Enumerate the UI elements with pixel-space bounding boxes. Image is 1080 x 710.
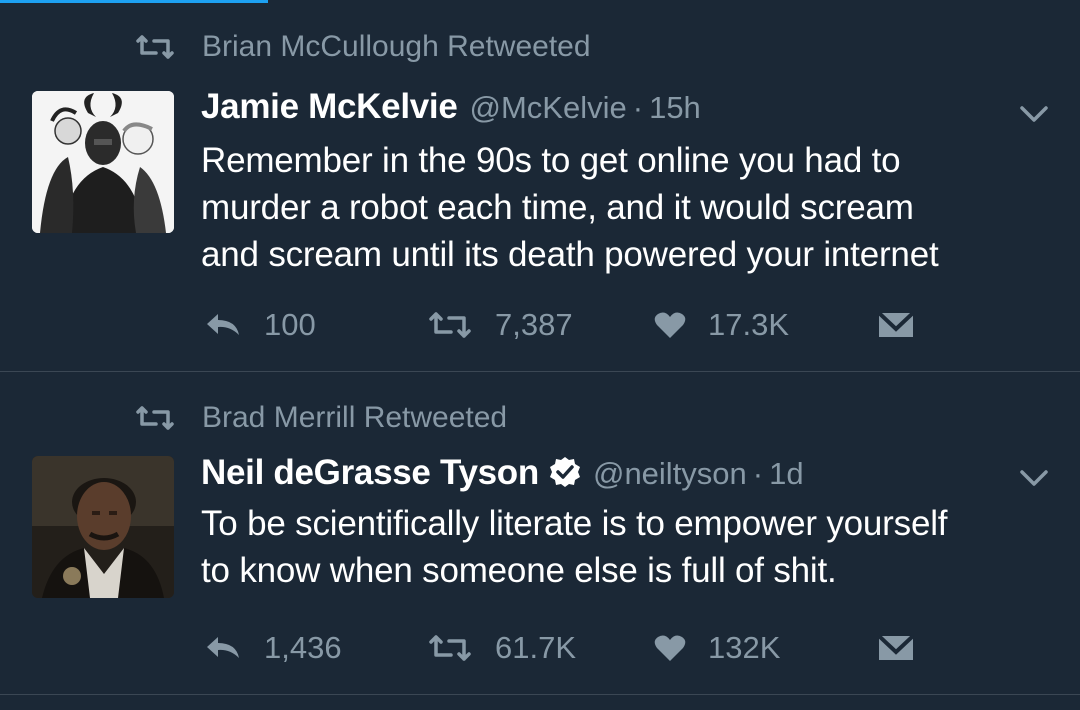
envelope-icon bbox=[878, 634, 914, 660]
like-button[interactable]: 17.3K bbox=[654, 305, 789, 345]
retweeted-by-label: Brad Merrill Retweeted bbox=[202, 401, 508, 434]
timestamp[interactable]: 1d bbox=[769, 456, 803, 492]
retweet-icon bbox=[136, 406, 174, 430]
direct-message-button[interactable] bbox=[878, 305, 936, 345]
reply-count: 100 bbox=[264, 307, 316, 342]
separator-dot: · bbox=[752, 456, 764, 491]
verified-badge-icon bbox=[549, 457, 580, 487]
tweet-header: Jamie McKelvie @McKelvie · 15h bbox=[201, 87, 701, 127]
reply-button[interactable]: 1,436 bbox=[204, 628, 342, 668]
retweet-context[interactable]: Brian McCullough Retweeted bbox=[134, 27, 591, 67]
retweeted-by-label: Brian McCullough Retweeted bbox=[202, 30, 591, 63]
retweet-count: 61.7K bbox=[495, 630, 577, 665]
retweet-context[interactable]: Brad Merrill Retweeted bbox=[134, 398, 507, 438]
retweet-icon bbox=[136, 35, 174, 59]
like-button[interactable]: 132K bbox=[654, 628, 780, 668]
reply-button[interactable]: 100 bbox=[204, 305, 316, 345]
tweet-actions: 1,436 61.7K 132K bbox=[201, 628, 961, 668]
avatar[interactable] bbox=[32, 456, 174, 598]
heart-icon bbox=[654, 312, 686, 338]
tweet-actions: 100 7,387 17.3K bbox=[201, 305, 961, 345]
tweet[interactable]: Brad Merrill Retweeted Neil deGrasse Tys… bbox=[0, 372, 1080, 694]
tweet-divider bbox=[0, 694, 1080, 695]
reply-icon bbox=[207, 637, 239, 658]
user-handle[interactable]: @neiltyson bbox=[593, 456, 747, 492]
display-name[interactable]: Neil deGrasse Tyson bbox=[201, 453, 539, 493]
tweet-text: Remember in the 90s to get online you ha… bbox=[201, 137, 1061, 278]
heart-icon bbox=[654, 635, 686, 661]
like-count: 132K bbox=[708, 630, 781, 665]
tweet-text-line: and scream until its death powered your … bbox=[201, 235, 939, 274]
chevron-down-icon[interactable] bbox=[1018, 468, 1050, 488]
tweet-text: To be scientifically literate is to empo… bbox=[201, 500, 1061, 594]
retweet-icon bbox=[429, 635, 471, 661]
reply-icon bbox=[207, 314, 239, 335]
tweet-text-line: To be scientifically literate is to empo… bbox=[201, 504, 948, 543]
tweet-text-line: to know when someone else is full of shi… bbox=[201, 551, 837, 590]
avatar-photo bbox=[32, 456, 174, 598]
tweet-text-line: Remember in the 90s to get online you ha… bbox=[201, 141, 901, 180]
retweet-button[interactable]: 7,387 bbox=[427, 305, 573, 345]
separator-dot: · bbox=[632, 90, 644, 125]
avatar-illustration bbox=[32, 91, 174, 233]
direct-message-button[interactable] bbox=[878, 628, 936, 668]
tweet[interactable]: Brian McCullough Retweeted Jamie McKelvi… bbox=[0, 0, 1080, 371]
like-count: 17.3K bbox=[708, 307, 790, 342]
retweet-icon bbox=[429, 312, 471, 338]
retweet-count: 7,387 bbox=[495, 307, 573, 342]
tweet-header: Neil deGrasse Tyson @neiltyson · 1d bbox=[201, 452, 804, 493]
display-name[interactable]: Jamie McKelvie bbox=[201, 87, 458, 127]
tweet-text-line: murder a robot each time, and it would s… bbox=[201, 188, 914, 227]
retweet-button[interactable]: 61.7K bbox=[427, 628, 576, 668]
envelope-icon bbox=[878, 311, 914, 337]
chevron-down-icon[interactable] bbox=[1018, 104, 1050, 124]
reply-count: 1,436 bbox=[264, 630, 342, 665]
user-handle[interactable]: @McKelvie bbox=[470, 90, 627, 126]
avatar[interactable] bbox=[32, 91, 174, 233]
timestamp[interactable]: 15h bbox=[649, 90, 701, 126]
